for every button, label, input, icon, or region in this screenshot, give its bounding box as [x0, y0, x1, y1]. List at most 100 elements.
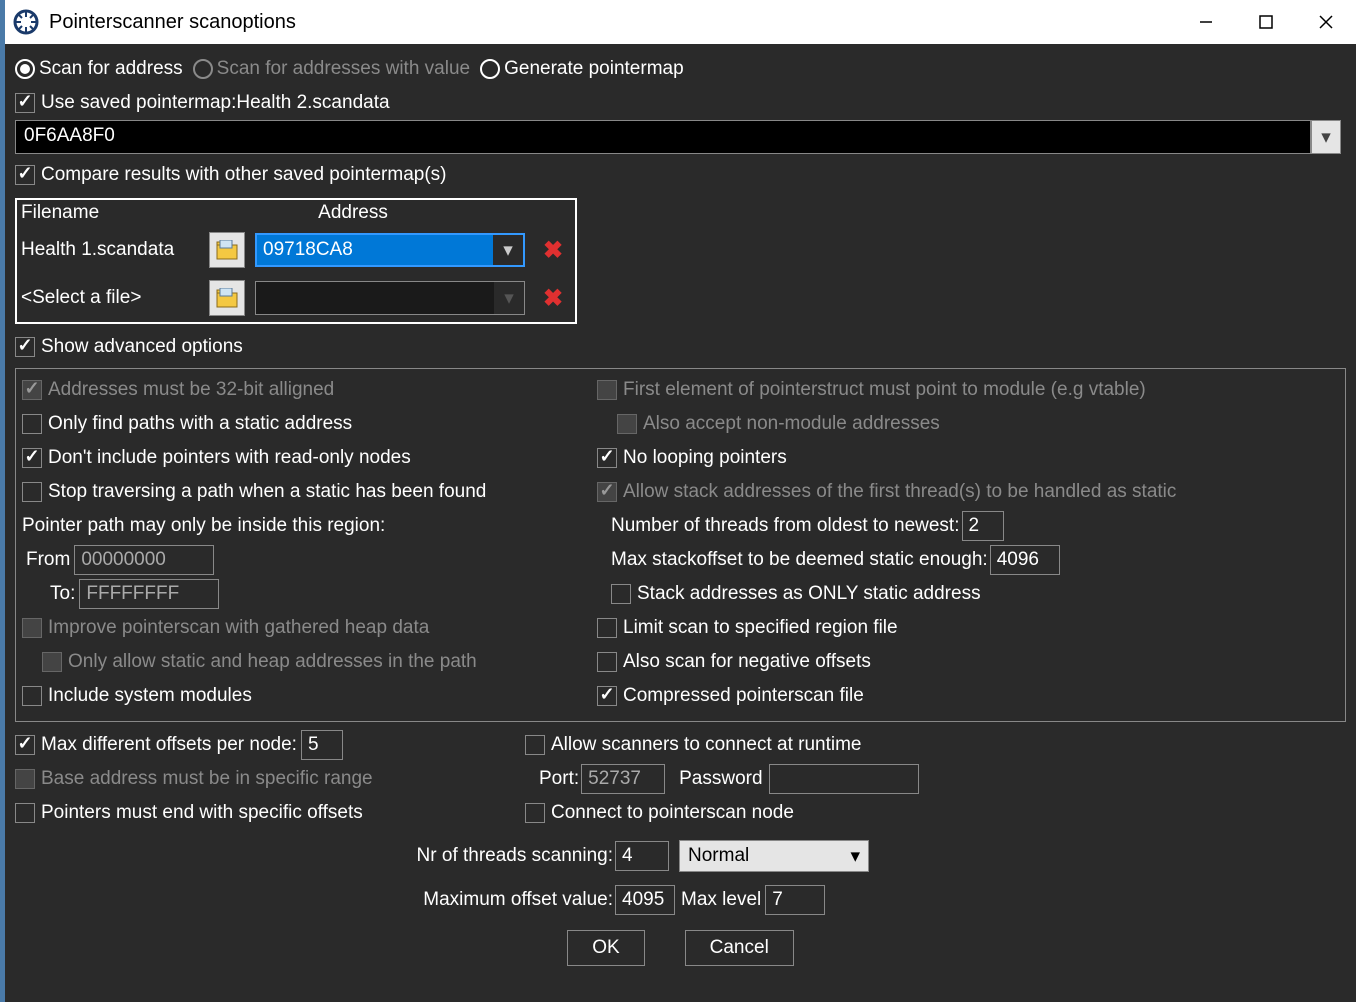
- compare-address-combo[interactable]: 09718CA8 ▾: [255, 233, 525, 267]
- max-diff-offsets-input[interactable]: [301, 730, 343, 760]
- chevron-down-icon[interactable]: ▾: [1311, 120, 1341, 154]
- port-label: Port:: [539, 768, 579, 790]
- checkbox-compare-results[interactable]: [15, 165, 35, 185]
- num-threads-label: Number of threads from oldest to newest:: [611, 515, 960, 537]
- address-input[interactable]: 0F6AA8F0: [15, 120, 1311, 154]
- max-offset-label: Maximum offset value:: [423, 889, 613, 910]
- label-scan-for-addresses-with-value: Scan for addresses with value: [217, 58, 470, 80]
- minimize-button[interactable]: [1176, 0, 1236, 44]
- folder-browse-button[interactable]: [209, 280, 245, 316]
- maximize-button[interactable]: [1236, 0, 1296, 44]
- radio-generate-pointermap[interactable]: [480, 59, 500, 79]
- chevron-down-icon: ▾: [494, 282, 524, 314]
- compare-filename: Health 1.scandata: [21, 239, 209, 261]
- compare-table: Filename Address Health 1.scandata 09718…: [15, 198, 577, 324]
- address-combo[interactable]: 0F6AA8F0 ▾: [15, 120, 1341, 154]
- label-also-accept-nonmodule: Also accept non-module addresses: [643, 413, 940, 435]
- chevron-down-icon: ▾: [850, 845, 860, 868]
- label-stack-only-static: Stack addresses as ONLY static address: [637, 583, 981, 605]
- label-use-saved-pointermap: Use saved pointermap:: [41, 92, 236, 114]
- checkbox-limit-region-file[interactable]: [597, 618, 617, 638]
- checkbox-include-system[interactable]: [22, 686, 42, 706]
- label-region: Pointer path may only be inside this reg…: [22, 515, 385, 537]
- cancel-button[interactable]: Cancel: [685, 930, 794, 966]
- from-label: From: [26, 549, 70, 571]
- label-stop-traversing: Stop traversing a path when a static has…: [48, 481, 486, 503]
- priority-value: Normal: [688, 845, 749, 867]
- label-improve-heap: Improve pointerscan with gathered heap d…: [48, 617, 429, 639]
- checkbox-show-advanced[interactable]: [15, 337, 35, 357]
- max-stackoffset-label: Max stackoffset to be deemed static enou…: [611, 549, 988, 571]
- label-generate-pointermap: Generate pointermap: [504, 58, 684, 80]
- nr-threads-label: Nr of threads scanning:: [417, 845, 613, 866]
- password-label: Password: [679, 768, 762, 790]
- window-title: Pointerscanner scanoptions: [49, 11, 1176, 34]
- compare-address-text[interactable]: 09718CA8: [257, 235, 493, 265]
- label-show-advanced: Show advanced options: [41, 336, 243, 358]
- label-negative-offsets: Also scan for negative offsets: [623, 651, 871, 673]
- compare-address-combo: ▾: [255, 281, 525, 315]
- checkbox-max-diff-offsets[interactable]: [15, 735, 35, 755]
- to-label: To:: [50, 583, 75, 605]
- priority-dropdown[interactable]: Normal ▾: [679, 840, 869, 872]
- num-threads-input[interactable]: [962, 511, 1004, 541]
- max-offset-input[interactable]: [615, 885, 675, 915]
- label-allow-scanners-runtime: Allow scanners to connect at runtime: [551, 734, 862, 756]
- checkbox-base-addr-range: [15, 769, 35, 789]
- max-stackoffset-input[interactable]: [990, 545, 1060, 575]
- app-icon: [11, 7, 41, 37]
- advanced-options-group: Addresses must be 32-bit alligned Only f…: [15, 368, 1346, 722]
- label-connect-node: Connect to pointerscan node: [551, 802, 794, 824]
- checkbox-no-looping[interactable]: [597, 448, 617, 468]
- checkbox-use-saved-pointermap[interactable]: [15, 93, 35, 113]
- label-compressed-file: Compressed pointerscan file: [623, 685, 864, 707]
- checkbox-stack-only-static[interactable]: [611, 584, 631, 604]
- label-max-diff-offsets: Max different offsets per node:: [41, 734, 297, 756]
- checkbox-only-static[interactable]: [22, 414, 42, 434]
- checkbox-first-element-vtable: [597, 380, 617, 400]
- port-input[interactable]: [581, 764, 665, 794]
- label-pointers-end-offsets: Pointers must end with specific offsets: [41, 802, 363, 824]
- radio-scan-for-addresses-with-value: [193, 59, 213, 79]
- saved-pointermap-file: Health 2.scandata: [236, 92, 389, 114]
- label-32bit-aligned: Addresses must be 32-bit alligned: [48, 379, 334, 401]
- chevron-down-icon[interactable]: ▾: [493, 235, 523, 265]
- delete-row-button[interactable]: ✖: [535, 280, 571, 316]
- checkbox-connect-node[interactable]: [525, 803, 545, 823]
- checkbox-no-readonly[interactable]: [22, 448, 42, 468]
- checkbox-only-static-heap: [42, 652, 62, 672]
- ok-button[interactable]: OK: [567, 930, 644, 966]
- label-allow-stack: Allow stack addresses of the first threa…: [623, 481, 1176, 503]
- max-level-input[interactable]: [765, 885, 825, 915]
- checkbox-allow-scanners-runtime[interactable]: [525, 735, 545, 755]
- compare-filename: <Select a file>: [21, 287, 209, 309]
- compare-row: Health 1.scandata 09718CA8 ▾ ✖: [17, 226, 575, 274]
- checkbox-stop-traversing[interactable]: [22, 482, 42, 502]
- checkbox-improve-heap: [22, 618, 42, 638]
- label-compare-results: Compare results with other saved pointer…: [41, 164, 447, 186]
- label-no-readonly: Don't include pointers with read-only no…: [48, 447, 411, 469]
- folder-browse-button[interactable]: [209, 232, 245, 268]
- titlebar: Pointerscanner scanoptions: [5, 0, 1356, 44]
- from-input[interactable]: [74, 545, 214, 575]
- label-include-system: Include system modules: [48, 685, 252, 707]
- checkbox-compressed-file[interactable]: [597, 686, 617, 706]
- compare-row: <Select a file> ▾ ✖: [17, 274, 575, 322]
- label-limit-region-file: Limit scan to specified region file: [623, 617, 898, 639]
- checkbox-also-accept-nonmodule: [617, 414, 637, 434]
- checkbox-32bit-aligned: [22, 380, 42, 400]
- label-no-looping: No looping pointers: [623, 447, 787, 469]
- label-only-static: Only find paths with a static address: [48, 413, 352, 435]
- label-scan-for-address: Scan for address: [39, 58, 183, 80]
- delete-row-button[interactable]: ✖: [535, 232, 571, 268]
- radio-scan-for-address[interactable]: [15, 59, 35, 79]
- close-button[interactable]: [1296, 0, 1356, 44]
- password-input[interactable]: [769, 764, 919, 794]
- to-input[interactable]: [79, 579, 219, 609]
- checkbox-negative-offsets[interactable]: [597, 652, 617, 672]
- checkbox-pointers-end-offsets[interactable]: [15, 803, 35, 823]
- nr-threads-input[interactable]: [615, 841, 669, 871]
- compare-header-filename: Filename: [17, 200, 213, 226]
- label-first-element-vtable: First element of pointerstruct must poin…: [623, 379, 1146, 401]
- compare-address-text: [256, 282, 494, 314]
